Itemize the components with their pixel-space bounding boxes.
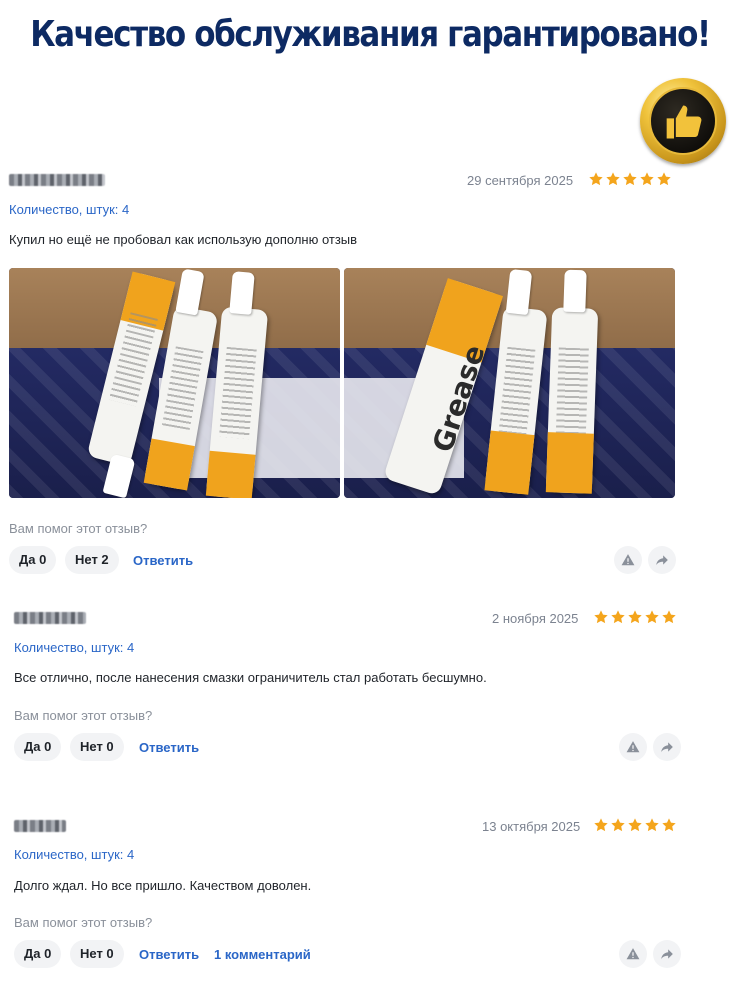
report-button[interactable] [619,940,647,968]
warning-triangle-icon [621,554,635,566]
helpful-no-button[interactable]: Нет 0 [70,940,124,968]
star-icon [657,172,671,186]
review-photo[interactable]: Grease [344,268,675,498]
star-icon [594,818,608,832]
warning-triangle-icon [626,948,640,960]
share-button[interactable] [653,940,681,968]
star-icon [640,172,654,186]
author-name-blurred [9,174,105,186]
reply-link[interactable]: Ответить [139,947,199,962]
reply-link[interactable]: Ответить [139,740,199,755]
star-icon [628,818,642,832]
share-arrow-icon [661,742,673,753]
author-name-blurred [14,612,86,624]
warning-triangle-icon [626,741,640,753]
helpful-yes-button[interactable]: Да 0 [14,733,62,761]
helpful-yes-button[interactable]: Да 0 [14,940,62,968]
star-icon [645,818,659,832]
quantity-label: Количество, штук: 4 [14,847,135,862]
helpful-question: Вам помог этот отзыв? [14,915,153,930]
review-text: Все отлично, после нанесения смазки огра… [14,670,487,685]
review-date: 29 сентября 2025 [467,173,574,188]
quality-medal [640,78,726,164]
review-text: Купил но ещё не пробовал как использую д… [9,232,358,247]
quantity-label: Количество, штук: 4 [14,640,135,655]
review-photo[interactable] [9,268,340,498]
star-icon [623,172,637,186]
star-icon [611,610,625,624]
star-icon [628,610,642,624]
share-arrow-icon [661,949,673,960]
share-arrow-icon [656,555,668,566]
promo-banner-title: Качество обслуживания гарантировано! [30,14,711,56]
helpful-no-button[interactable]: Нет 2 [65,546,119,574]
helpful-yes-button[interactable]: Да 0 [9,546,57,574]
helpful-question: Вам помог этот отзыв? [14,708,153,723]
star-icon [594,610,608,624]
helpful-question: Вам помог этот отзыв? [9,521,148,536]
star-icon [645,610,659,624]
star-icon [589,172,603,186]
share-button[interactable] [653,733,681,761]
report-button[interactable] [619,733,647,761]
review-date: 2 ноября 2025 [492,611,579,626]
reply-link[interactable]: Ответить [133,553,193,568]
rating-stars [588,171,672,187]
comments-link[interactable]: 1 комментарий [214,947,311,962]
rating-stars [593,609,677,625]
review-date: 13 октября 2025 [482,819,581,834]
rating-stars [593,817,677,833]
quantity-label: Количество, штук: 4 [9,202,130,217]
star-icon [662,610,676,624]
star-icon [606,172,620,186]
report-button[interactable] [614,546,642,574]
star-icon [662,818,676,832]
thumbs-up-icon [666,105,702,139]
review-text: Долго ждал. Но все пришло. Качеством дов… [14,878,312,893]
author-name-blurred [14,820,66,832]
share-button[interactable] [648,546,676,574]
helpful-no-button[interactable]: Нет 0 [70,733,124,761]
star-icon [611,818,625,832]
